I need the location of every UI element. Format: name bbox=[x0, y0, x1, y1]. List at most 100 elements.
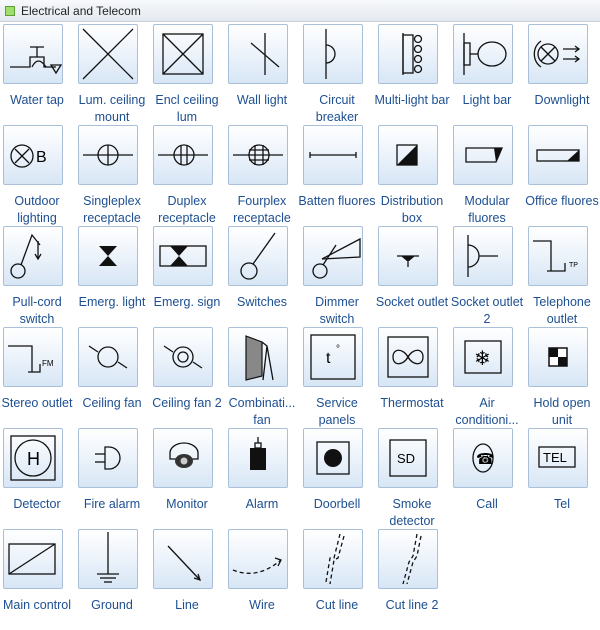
panel-header[interactable]: Electrical and Telecom bbox=[0, 0, 600, 22]
emergency-sign-icon[interactable] bbox=[153, 226, 213, 286]
shape-item-air-conditioning[interactable]: ❄ Air conditioni... bbox=[450, 327, 525, 428]
call-icon[interactable]: ☎ bbox=[453, 428, 513, 488]
shape-item-socket-outlet[interactable]: Socket outlet bbox=[375, 226, 450, 327]
shape-item-alarm[interactable]: Alarm bbox=[225, 428, 300, 529]
tel-icon[interactable]: TEL bbox=[528, 428, 588, 488]
thermostat-icon[interactable] bbox=[378, 327, 438, 387]
shape-label: Circuit breaker bbox=[315, 93, 359, 124]
shape-item-cut-line[interactable]: Cut line bbox=[300, 529, 375, 630]
service-panels-icon[interactable]: t ° bbox=[303, 327, 363, 387]
alarm-icon[interactable] bbox=[228, 428, 288, 488]
shape-item-combination-fan[interactable]: Combinati... fan bbox=[225, 327, 300, 428]
shape-item-batten-fluores[interactable]: Batten fluores bbox=[298, 125, 376, 226]
shape-item-call[interactable]: ☎ Call bbox=[450, 428, 525, 529]
hold-open-unit-icon[interactable] bbox=[528, 327, 588, 387]
line-icon[interactable] bbox=[153, 529, 213, 589]
shape-label: Batten fluores bbox=[298, 194, 376, 208]
smoke-detector-icon[interactable]: SD bbox=[378, 428, 438, 488]
shape-item-detector[interactable]: H Detector bbox=[0, 428, 75, 529]
cut-line-icon[interactable] bbox=[303, 529, 363, 589]
singleplex-receptacle-icon[interactable] bbox=[78, 125, 138, 185]
shape-item-ceiling-fan[interactable]: Ceiling fan bbox=[75, 327, 150, 428]
socket-outlet-icon[interactable] bbox=[378, 226, 438, 286]
shape-item-line[interactable]: Line bbox=[150, 529, 225, 630]
circuit-breaker-icon[interactable] bbox=[303, 24, 363, 84]
multi-light-bar-icon[interactable] bbox=[378, 24, 438, 84]
distribution-box-icon[interactable] bbox=[378, 125, 438, 185]
modular-fluores-icon[interactable] bbox=[453, 125, 513, 185]
shape-item-emergency-light[interactable]: Emerg. light bbox=[75, 226, 150, 327]
shape-item-downlight[interactable]: Downlight bbox=[525, 24, 600, 125]
shape-item-duplex-receptacle[interactable]: Duplex receptacle bbox=[150, 125, 225, 226]
shape-item-tel[interactable]: TEL Tel bbox=[525, 428, 600, 529]
shape-item-circuit-breaker[interactable]: Circuit breaker bbox=[300, 24, 375, 125]
shape-item-multi-light-bar[interactable]: Multi-light bar bbox=[374, 24, 450, 125]
main-control-icon[interactable] bbox=[3, 529, 63, 589]
shape-item-office-fluores[interactable]: Office fluores bbox=[525, 125, 600, 226]
shape-item-thermostat[interactable]: Thermostat bbox=[375, 327, 450, 428]
monitor-icon[interactable] bbox=[153, 428, 213, 488]
shape-item-outdoor-lighting[interactable]: B Outdoor lighting bbox=[0, 125, 75, 226]
light-bar-icon[interactable] bbox=[453, 24, 513, 84]
shape-item-doorbell[interactable]: Doorbell bbox=[300, 428, 375, 529]
switches-icon[interactable] bbox=[228, 226, 288, 286]
shape-item-fourplex-receptacle[interactable]: Fourplex receptacle bbox=[225, 125, 300, 226]
shape-item-hold-open-unit[interactable]: Hold open unit bbox=[525, 327, 600, 428]
telephone-outlet-icon[interactable]: TP bbox=[528, 226, 588, 286]
water-tap-icon[interactable] bbox=[3, 24, 63, 84]
air-conditioning-icon[interactable]: ❄ bbox=[453, 327, 513, 387]
batten-fluores-icon[interactable] bbox=[303, 125, 363, 185]
shape-item-light-bar[interactable]: Light bar bbox=[450, 24, 525, 125]
combination-fan-icon[interactable] bbox=[228, 327, 288, 387]
shape-item-ceiling-mount[interactable]: Lum. ceiling mount bbox=[75, 24, 150, 125]
socket-outlet-2-icon[interactable] bbox=[453, 226, 513, 286]
shape-item-emergency-sign[interactable]: Emerg. sign bbox=[150, 226, 225, 327]
cut-line-2-icon[interactable] bbox=[378, 529, 438, 589]
ceiling-fan-2-icon[interactable] bbox=[153, 327, 213, 387]
shape-item-ceiling-fan-2[interactable]: Ceiling fan 2 bbox=[150, 327, 225, 428]
wall-light-icon[interactable] bbox=[228, 24, 288, 84]
shape-item-wire[interactable]: Wire bbox=[225, 529, 300, 630]
shape-item-smoke-detector[interactable]: SD Smoke detector bbox=[375, 428, 450, 529]
shape-item-distribution-box[interactable]: Distribution box bbox=[375, 125, 450, 226]
emergency-light-icon[interactable] bbox=[78, 226, 138, 286]
stereo-outlet-icon[interactable]: FM bbox=[3, 327, 63, 387]
library-icon bbox=[5, 5, 15, 16]
shape-label: Pull-cord switch bbox=[12, 295, 62, 326]
fourplex-receptacle-icon[interactable] bbox=[228, 125, 288, 185]
downlight-icon[interactable] bbox=[528, 24, 588, 84]
fire-alarm-icon[interactable] bbox=[78, 428, 138, 488]
shape-item-switches[interactable]: Switches bbox=[225, 226, 300, 327]
shape-item-modular-fluores[interactable]: Modular fluores bbox=[450, 125, 525, 226]
shape-item-ground[interactable]: Ground bbox=[75, 529, 150, 630]
doorbell-icon[interactable] bbox=[303, 428, 363, 488]
shape-item-main-control[interactable]: Main control bbox=[0, 529, 75, 630]
shape-item-singleplex-receptacle[interactable]: Singleplex receptacle bbox=[75, 125, 150, 226]
dimmer-switch-icon[interactable] bbox=[303, 226, 363, 286]
wire-icon[interactable] bbox=[228, 529, 288, 589]
shape-item-monitor[interactable]: Monitor bbox=[150, 428, 225, 529]
shape-item-pull-cord-switch[interactable]: Pull-cord switch bbox=[0, 226, 75, 327]
shape-item-enclosed-ceiling[interactable]: Encl ceiling lum bbox=[150, 24, 225, 125]
shape-item-dimmer-switch[interactable]: Dimmer switch bbox=[300, 226, 375, 327]
ground-icon[interactable] bbox=[78, 529, 138, 589]
shape-item-cut-line-2[interactable]: Cut line 2 bbox=[375, 529, 450, 630]
enclosed-ceiling-icon[interactable] bbox=[153, 24, 213, 84]
duplex-receptacle-icon[interactable] bbox=[153, 125, 213, 185]
shape-item-fire-alarm[interactable]: Fire alarm bbox=[75, 428, 150, 529]
ceiling-mount-icon[interactable] bbox=[78, 24, 138, 84]
shape-label: Socket outlet 2 bbox=[450, 295, 524, 326]
detector-icon[interactable]: H bbox=[3, 428, 63, 488]
shape-item-service-panels[interactable]: t ° Service panels bbox=[300, 327, 375, 428]
office-fluores-icon[interactable] bbox=[528, 125, 588, 185]
ceiling-fan-icon[interactable] bbox=[78, 327, 138, 387]
shape-item-telephone-outlet[interactable]: TP Telephone outlet bbox=[525, 226, 600, 327]
shape-label: Tel bbox=[554, 497, 570, 511]
outdoor-lighting-icon[interactable]: B bbox=[3, 125, 63, 185]
svg-text:☎: ☎ bbox=[476, 450, 495, 468]
shape-item-water-tap[interactable]: Water tap bbox=[0, 24, 75, 125]
shape-item-wall-light[interactable]: Wall light bbox=[225, 24, 300, 125]
pull-cord-switch-icon[interactable] bbox=[3, 226, 63, 286]
shape-item-stereo-outlet[interactable]: FM Stereo outlet bbox=[0, 327, 75, 428]
shape-item-socket-outlet-2[interactable]: Socket outlet 2 bbox=[450, 226, 525, 327]
